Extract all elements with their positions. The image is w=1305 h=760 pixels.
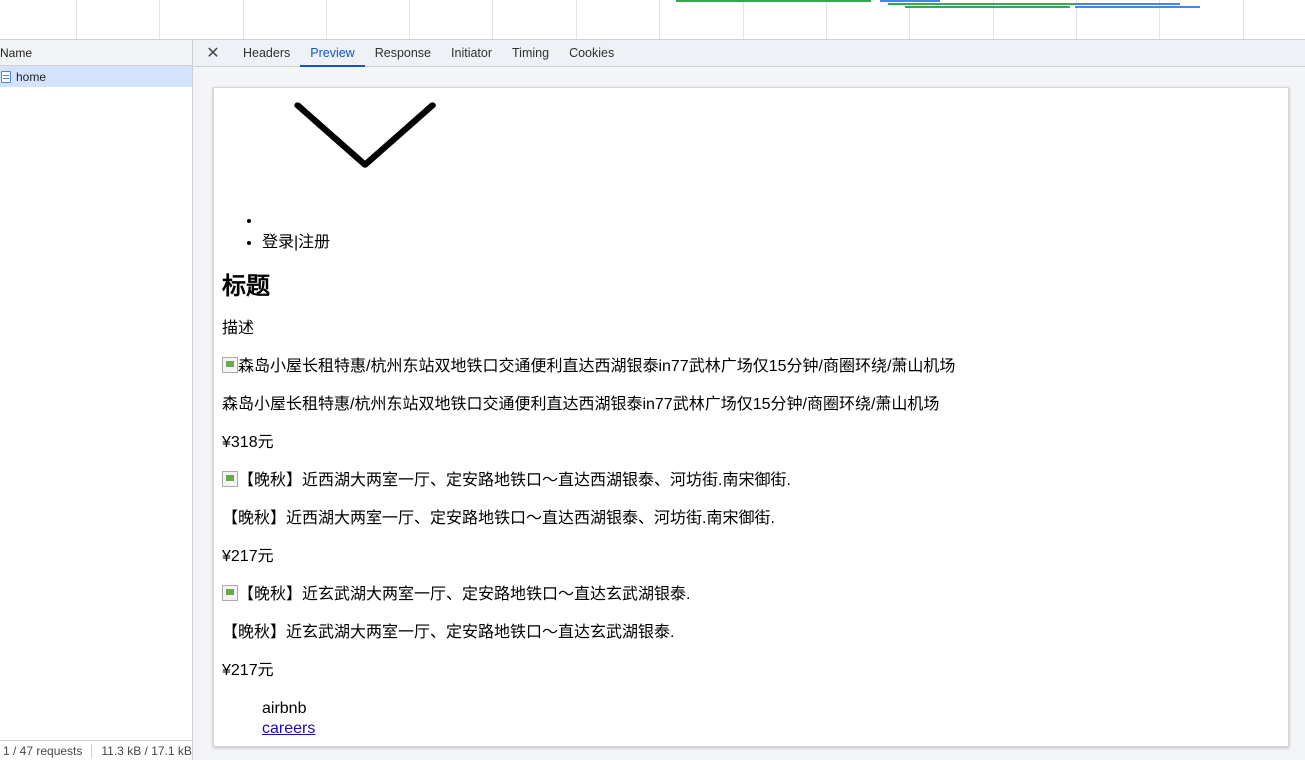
request-name: home — [16, 69, 47, 84]
chevron-down-icon — [294, 102, 436, 168]
timeline-bar — [1075, 3, 1180, 5]
listing-name: 森岛小屋长租特惠/杭州东站双地铁口交通便利直达西湖银泰in77武林广场仅15分钟… — [222, 396, 940, 413]
timeline-gridline — [243, 0, 244, 39]
footer-brand: airbnb — [262, 700, 307, 717]
listing-name: 【晚秋】近玄武湖大两室一厅、定安路地铁口～直达玄武湖银泰. — [222, 624, 675, 641]
transfer-size: 11.3 kB / 17.1 kB — [101, 743, 192, 758]
tab-preview[interactable]: Preview — [300, 40, 366, 67]
request-list-panel: Name home 1 / 47 requests 11.3 kB / 17.1… — [0, 40, 193, 760]
timeline-gridline — [409, 0, 410, 39]
listing-image: 【晚秋】近玄武湖大两室一厅、定安路地铁口～直达玄武湖银泰. — [222, 585, 1280, 605]
timeline-bar — [676, 0, 871, 2]
broken-image-icon — [222, 471, 238, 487]
page-footer: airbnb careers — [222, 699, 1280, 739]
timeline-gridline — [576, 0, 577, 39]
request-detail-panel: ✕ Headers Preview Response Initiator Tim… — [193, 40, 1305, 760]
detail-tab-bar: ✕ Headers Preview Response Initiator Tim… — [193, 40, 1305, 67]
listing-image: 森岛小屋长租特惠/杭州东站双地铁口交通便利直达西湖银泰in77武林广场仅15分钟… — [222, 357, 1280, 377]
timeline-gridline — [1243, 0, 1244, 39]
listing-name: 【晚秋】近西湖大两室一厅、定安路地铁口～直达西湖银泰、河坊街.南宋御街. — [222, 510, 775, 527]
tab-cookies[interactable]: Cookies — [559, 40, 624, 66]
broken-image-icon — [222, 357, 238, 373]
tab-initiator[interactable]: Initiator — [441, 40, 502, 66]
timeline-bar — [880, 0, 940, 2]
listing-price: ¥217元 — [222, 548, 274, 565]
page-title: 标题 — [222, 273, 270, 300]
network-status-bar: 1 / 47 requests 11.3 kB / 17.1 kB — [0, 740, 192, 760]
document-icon — [1, 70, 11, 83]
rendered-page: 登录|注册 标题 描述 森岛小屋长租特惠/杭州东站双地铁口交通便利直达西湖银泰i… — [214, 94, 1288, 739]
timeline-gridline — [76, 0, 77, 39]
html-preview-frame[interactable]: 登录|注册 标题 描述 森岛小屋长租特惠/杭州东站双地铁口交通便利直达西湖银泰i… — [213, 87, 1289, 747]
timeline-bar — [888, 3, 1078, 5]
timeline-gridline — [159, 0, 160, 39]
listing-price: ¥318元 — [222, 434, 274, 451]
listing-image-alt: 【晚秋】近玄武湖大两室一厅、定安路地铁口～直达玄武湖银泰. — [238, 586, 691, 603]
tab-headers[interactable]: Headers — [233, 40, 300, 66]
tab-timing[interactable]: Timing — [502, 40, 559, 66]
timeline-gridline — [826, 0, 827, 39]
tab-response[interactable]: Response — [365, 40, 441, 66]
timeline-overview[interactable] — [0, 0, 1305, 40]
request-row-home[interactable]: home — [0, 66, 192, 87]
broken-image-icon — [222, 585, 238, 601]
timeline-bar — [1075, 6, 1200, 8]
name-column-header[interactable]: Name — [0, 40, 192, 66]
timeline-bar — [905, 6, 1070, 8]
timeline-gridline — [326, 0, 327, 39]
timeline-gridline — [492, 0, 493, 39]
listing-image: 【晚秋】近西湖大两室一厅、定安路地铁口～直达西湖银泰、河坊街.南宋御街. — [222, 471, 1280, 491]
close-icon[interactable]: ✕ — [193, 40, 233, 66]
nav-item-login-register[interactable]: 登录|注册 — [262, 232, 1280, 254]
footer-link[interactable]: careers — [262, 719, 1280, 739]
status-divider — [91, 743, 93, 758]
timeline-gridline — [743, 0, 744, 39]
listing-price: ¥217元 — [222, 662, 274, 679]
listing-image-alt: 森岛小屋长租特惠/杭州东站双地铁口交通便利直达西湖银泰in77武林广场仅15分钟… — [238, 358, 956, 375]
listing-image-alt: 【晚秋】近西湖大两室一厅、定安路地铁口～直达西湖银泰、河坊街.南宋御街. — [238, 472, 791, 489]
timeline-gridline — [659, 0, 660, 39]
nav-list: 登录|注册 — [222, 210, 1280, 254]
request-count: 1 / 47 requests — [3, 743, 83, 758]
nav-item-empty — [262, 210, 1280, 232]
page-description: 描述 — [222, 320, 255, 337]
